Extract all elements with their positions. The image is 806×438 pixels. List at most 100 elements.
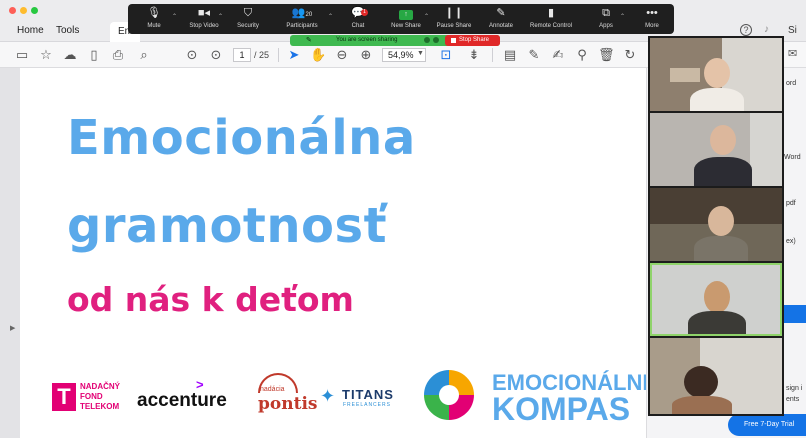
remote-control-button[interactable]: ▮ Remote Control [525,7,577,33]
telekom-logo: T [52,383,76,411]
new-share-label: New Share [391,23,421,29]
hand-tool-icon[interactable]: ✋ [310,47,326,63]
participant-video-tile[interactable] [650,113,782,186]
sharing-status-icon [424,37,430,43]
background-window [750,113,782,186]
zoom-out-icon[interactable]: ⊖ [334,47,350,63]
panel-text: ex) [786,238,796,245]
comment-icon[interactable]: ▤ [502,47,518,63]
participant-video-tile[interactable] [650,188,782,261]
panel-text: pdf [786,200,796,207]
annotate-label: Annotate [488,23,514,29]
mail-icon[interactable]: ✉ [788,47,797,60]
sharing-shield-dot-icon [433,37,439,43]
participant-body [672,396,732,414]
telekom-fund-name: NADAČNÝ FOND TELEKOM [80,382,120,411]
toolbar-divider [492,48,493,62]
participant-head [710,125,736,155]
fit-page-icon[interactable]: ⊡ [438,47,454,63]
panel-text: ents [786,396,800,403]
bell-icon[interactable]: ♪ [764,24,769,35]
kompas-logo-line2: KOMPAS [492,391,631,427]
share-icon: ↑ [386,7,426,20]
zoom-search-icon[interactable]: ⌕ [136,47,152,63]
titans-bird-icon: ✦ [320,386,336,406]
sign-in-link[interactable]: Si [788,25,797,36]
screen: Home Tools Emoc ? ♪ Si ▭ ☆ ☁ ▯ ⎙ ⌕ ⊙ ⊙ 1… [0,0,806,438]
pause-share-button[interactable]: ❙❙ Pause Share [434,7,474,33]
pontis-prefix: nadácia [260,386,285,393]
print-icon[interactable]: ⎙ [110,47,126,63]
screen-sharing-text: You are screen sharing [336,37,398,43]
titans-logo: TITANS [342,387,394,402]
new-share-button[interactable]: ↑ New Share [386,7,426,33]
pause-share-label: Pause Share [436,23,472,29]
mute-label: Mute [147,23,161,29]
file-icon[interactable]: ▯ [86,47,102,63]
stamp-icon[interactable]: ⚲ [574,47,590,63]
minimize-window-button[interactable] [20,7,27,14]
participant-body [694,157,752,186]
shield-icon: ⛉ [243,7,253,19]
free-trial-button[interactable]: Free 7-Day Trial [728,414,806,436]
participant-video-tile[interactable] [650,338,782,414]
panel-text: ord [786,80,797,87]
participant-video-tile[interactable] [650,38,782,111]
participants-label: Participants [286,23,318,29]
pontis-logo: pontis [258,394,318,414]
pdf-page: Emocionálna gramotnosť od nás k deťom T … [20,68,646,438]
save-icon[interactable]: ▭ [14,47,30,63]
mouse-icon: ▮ [547,7,555,19]
annotate-button[interactable]: ✎ Annotate [482,7,520,33]
tab-tools[interactable]: Tools [56,25,79,36]
select-cursor-icon[interactable]: ➤ [286,47,302,63]
kompas-ring-center [439,385,459,405]
video-gallery [648,36,784,416]
highlight-pen-icon[interactable]: ✎ [526,47,542,63]
expand-arrow-icon[interactable]: ▶ [10,324,15,332]
mute-button[interactable]: 🎙 Mute [142,7,166,33]
left-panel-handle[interactable]: ▶ [0,68,20,438]
slide-title-line2: gramotnosť [67,198,388,254]
chat-label: Chat [351,23,365,29]
security-label: Security [237,23,259,29]
toolbar-divider [278,48,279,62]
upload-cloud-icon[interactable]: ☁ [62,47,78,63]
participant-head [704,58,730,88]
rotate-icon[interactable]: ↻ [622,47,638,63]
panel-text: Word [784,154,801,161]
tab-home[interactable]: Home [17,25,44,36]
more-icon: ••• [646,7,658,19]
participant-body [694,236,748,261]
participants-button[interactable]: 👥20 Participants [282,7,322,33]
zoom-in-icon[interactable]: ⊕ [358,47,374,63]
panel-blue-button[interactable] [783,305,806,323]
sign-icon[interactable]: ✍ [550,47,566,63]
chevron-up-icon[interactable]: ⌃ [218,13,223,20]
stop-square-icon [451,38,456,43]
bookmark-star-icon[interactable]: ☆ [38,47,54,63]
chevron-up-icon[interactable]: ⌃ [620,13,625,20]
previous-page-icon[interactable]: ⊙ [184,47,200,63]
chevron-up-icon[interactable]: ⌃ [424,13,429,20]
chevron-up-icon[interactable]: ⌃ [328,13,333,20]
page-number-input[interactable]: 1 [233,48,251,62]
maximize-window-button[interactable] [31,7,38,14]
help-icon[interactable]: ? [740,24,752,36]
remote-control-label: Remote Control [529,23,573,29]
apps-button[interactable]: ⧉ Apps [594,7,618,33]
stop-video-button[interactable]: ■◂ Stop Video [182,7,226,33]
scroll-mode-icon[interactable]: ⇟ [466,47,482,63]
delete-icon[interactable]: 🗑 [598,47,615,63]
close-window-button[interactable] [9,7,16,14]
next-page-icon[interactable]: ⊙ [208,47,224,63]
zoom-meeting-controls: 🎙 Mute ⌃ ■◂ Stop Video ⌃ ⛉ Security 👥20 … [128,4,674,34]
chevron-up-icon[interactable]: ⌃ [172,13,177,20]
more-button[interactable]: ••• More [640,7,664,33]
participant-video-tile[interactable] [650,263,782,336]
participant-body [690,88,744,111]
titans-subtitle: FREELANCERS [343,402,391,408]
security-button[interactable]: ⛉ Security [232,7,264,33]
sharing-shield-icon: ✎ [306,37,312,44]
accenture-logo: accenture [137,390,227,411]
